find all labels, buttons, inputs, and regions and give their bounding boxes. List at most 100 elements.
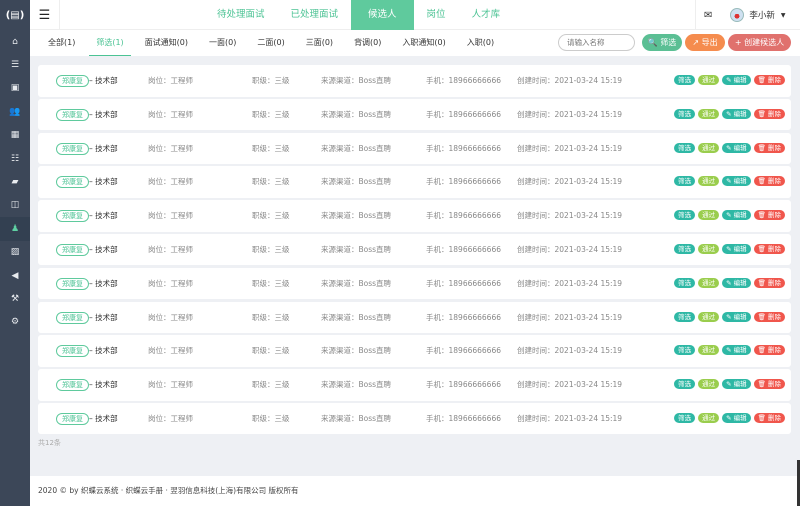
caret-down-icon[interactable]: ▼ bbox=[781, 12, 786, 19]
tab-item[interactable]: 入职(0) bbox=[460, 30, 501, 56]
row-pass-button[interactable]: 通过 bbox=[698, 277, 720, 288]
row-edit-button[interactable]: ✎ 编辑 bbox=[722, 311, 751, 322]
sidebar-item[interactable]: ⚒ bbox=[0, 287, 30, 310]
row-delete-button[interactable]: 🗑 删除 bbox=[753, 75, 785, 85]
sidebar-item[interactable]: ♟ bbox=[0, 217, 30, 241]
row-filter-button[interactable]: 筛选 bbox=[674, 142, 696, 153]
filter-button[interactable]: 🔍 筛选 bbox=[642, 34, 682, 51]
row-delete-button[interactable]: 🗑 删除 bbox=[753, 311, 785, 322]
nav-item[interactable]: 已处理面试 bbox=[278, 0, 352, 30]
candidate-name[interactable]: 郑康复 bbox=[56, 277, 89, 290]
avatar[interactable] bbox=[730, 8, 745, 22]
row-filter-button[interactable]: 筛选 bbox=[674, 243, 696, 254]
sidebar-item[interactable]: ⚙ bbox=[0, 311, 30, 334]
department: – 技术部 bbox=[89, 76, 118, 85]
row-delete-button[interactable]: 🗑 删除 bbox=[753, 412, 785, 423]
tab-item[interactable]: 三面(0) bbox=[299, 30, 340, 56]
search-input[interactable] bbox=[558, 34, 635, 51]
row-filter-button[interactable]: 筛选 bbox=[674, 210, 696, 221]
table-row: 郑康复 – 技术部 岗位：工程师 职级：三级 来源渠道：Boss直聘 手机：1896666… bbox=[38, 369, 791, 401]
menu-toggle-icon[interactable]: ☰ bbox=[30, 0, 60, 30]
row-delete-button[interactable]: 🗑 删除 bbox=[753, 277, 785, 288]
table-row: 郑康复 – 技术部 岗位：工程师 职级：三级 来源渠道：Boss直聘 手机：1896666… bbox=[38, 335, 791, 367]
row-filter-button[interactable]: 筛选 bbox=[674, 108, 696, 119]
nav-item[interactable]: 人才库 bbox=[459, 0, 514, 30]
phone: 手机：18966666666 bbox=[426, 312, 501, 322]
candidate-name[interactable]: 郑康复 bbox=[56, 210, 89, 223]
row-pass-button[interactable]: 通过 bbox=[698, 142, 720, 153]
row-filter-button[interactable]: 筛选 bbox=[674, 277, 696, 288]
row-edit-button[interactable]: ✎ 编辑 bbox=[722, 176, 751, 187]
level: 职级：三级 bbox=[252, 211, 290, 221]
tab-item[interactable]: 背调(0) bbox=[347, 30, 388, 56]
home-icon: ⌂ bbox=[12, 36, 18, 47]
candidate-name[interactable]: 郑康复 bbox=[56, 243, 89, 256]
row-delete-button[interactable]: 🗑 删除 bbox=[753, 108, 785, 119]
row-filter-button[interactable]: 筛选 bbox=[674, 412, 696, 423]
candidate-name[interactable]: 郑康复 bbox=[56, 345, 89, 358]
row-actions: 筛选 通过 ✎ 编辑 🗑 删除 bbox=[674, 108, 785, 119]
row-filter-button[interactable]: 筛选 bbox=[674, 176, 696, 187]
sidebar-item[interactable]: ☷ bbox=[0, 147, 30, 170]
nav-item[interactable]: 候选人 bbox=[351, 0, 414, 30]
candidate-name[interactable]: 郑康复 bbox=[56, 108, 89, 121]
row-delete-button[interactable]: 🗑 删除 bbox=[753, 243, 785, 254]
sidebar-item[interactable]: 👥 bbox=[0, 100, 30, 123]
row-edit-button[interactable]: ✎ 编辑 bbox=[722, 75, 751, 85]
tab-item[interactable]: 面试通知(0) bbox=[138, 30, 195, 56]
row-edit-button[interactable]: ✎ 编辑 bbox=[722, 277, 751, 288]
row-filter-button[interactable]: 筛选 bbox=[674, 379, 696, 390]
tab-item[interactable]: 全部(1) bbox=[41, 30, 82, 56]
row-edit-button[interactable]: ✎ 编辑 bbox=[722, 379, 751, 390]
row-filter-button[interactable]: 筛选 bbox=[674, 75, 696, 85]
row-filter-button[interactable]: 筛选 bbox=[674, 345, 696, 356]
tab-item[interactable]: 入职通知(0) bbox=[395, 30, 452, 56]
mail-icon[interactable]: ✉ bbox=[704, 10, 712, 21]
row-edit-button[interactable]: ✎ 编辑 bbox=[722, 243, 751, 254]
tab-item[interactable]: 二面(0) bbox=[250, 30, 291, 56]
row-pass-button[interactable]: 通过 bbox=[698, 379, 720, 390]
row-delete-button[interactable]: 🗑 删除 bbox=[753, 345, 785, 356]
candidate-name[interactable]: 郑康复 bbox=[56, 412, 89, 425]
row-pass-button[interactable]: 通过 bbox=[698, 108, 720, 119]
row-pass-button[interactable]: 通过 bbox=[698, 412, 720, 423]
row-pass-button[interactable]: 通过 bbox=[698, 176, 720, 187]
row-pass-button[interactable]: 通过 bbox=[698, 75, 720, 85]
sidebar-item[interactable]: ▦ bbox=[0, 124, 30, 147]
row-edit-button[interactable]: ✎ 编辑 bbox=[722, 210, 751, 221]
candidate-name[interactable]: 郑康复 bbox=[56, 75, 89, 87]
row-edit-button[interactable]: ✎ 编辑 bbox=[722, 345, 751, 356]
sidebar-item[interactable]: ▣ bbox=[0, 77, 30, 100]
row-edit-button[interactable]: ✎ 编辑 bbox=[722, 412, 751, 423]
level: 职级：三级 bbox=[252, 312, 290, 322]
row-delete-button[interactable]: 🗑 删除 bbox=[753, 210, 785, 221]
sidebar-item[interactable]: ▨ bbox=[0, 241, 30, 264]
row-delete-button[interactable]: 🗑 删除 bbox=[753, 379, 785, 390]
nav-item[interactable]: 待处理面试 bbox=[217, 0, 278, 30]
sidebar-item[interactable]: ☰ bbox=[0, 53, 30, 76]
row-delete-button[interactable]: 🗑 删除 bbox=[753, 142, 785, 153]
row-delete-button[interactable]: 🗑 删除 bbox=[753, 176, 785, 187]
tab-item[interactable]: 一面(0) bbox=[202, 30, 243, 56]
row-pass-button[interactable]: 通过 bbox=[698, 210, 720, 221]
sidebar-item[interactable]: ◀ bbox=[0, 264, 30, 287]
candidate-name[interactable]: 郑康复 bbox=[56, 142, 89, 155]
candidate-name[interactable]: 郑康复 bbox=[56, 311, 89, 324]
tab-item[interactable]: 筛选(1) bbox=[89, 30, 131, 56]
create-candidate-button[interactable]: + 创建候选人 bbox=[728, 34, 791, 51]
sidebar-item[interactable]: ▰ bbox=[0, 170, 30, 193]
row-filter-button[interactable]: 筛选 bbox=[674, 311, 696, 322]
nav-item[interactable]: 岗位 bbox=[414, 0, 459, 30]
export-button[interactable]: ↗ 导出 bbox=[685, 34, 725, 51]
row-pass-button[interactable]: 通过 bbox=[698, 345, 720, 356]
total-count: 共12条 bbox=[38, 439, 61, 447]
user-name[interactable]: 李小新 bbox=[749, 9, 775, 21]
row-pass-button[interactable]: 通过 bbox=[698, 243, 720, 254]
row-pass-button[interactable]: 通过 bbox=[698, 311, 720, 322]
sidebar-item[interactable]: ◫ bbox=[0, 194, 30, 217]
sidebar-item[interactable]: ⌂ bbox=[0, 30, 30, 53]
candidate-name[interactable]: 郑康复 bbox=[56, 176, 89, 189]
row-edit-button[interactable]: ✎ 编辑 bbox=[722, 142, 751, 153]
candidate-name[interactable]: 郑康复 bbox=[56, 379, 89, 392]
row-edit-button[interactable]: ✎ 编辑 bbox=[722, 108, 751, 119]
